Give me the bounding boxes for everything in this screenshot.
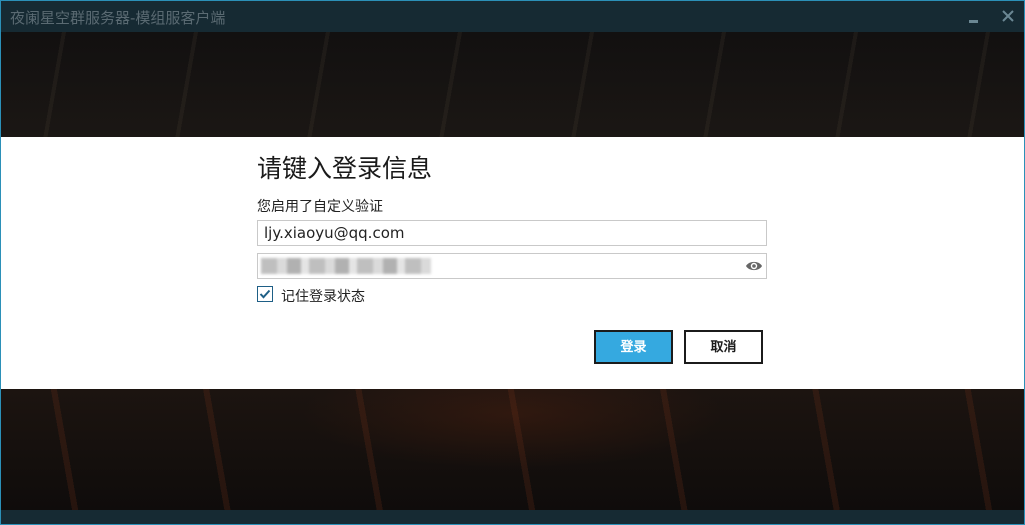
remember-label[interactable]: 记住登录状态 xyxy=(281,286,365,306)
background-image-bottom xyxy=(1,389,1024,510)
title-bar: 夜阑星空群服务器-模组服客户端 xyxy=(1,1,1024,32)
app-window: 夜阑星空群服务器-模组服客户端 请键入登录信息 您启用了自定义验证 ljy.xi… xyxy=(0,0,1025,525)
window-title: 夜阑星空群服务器-模组服客户端 xyxy=(10,9,226,27)
eye-icon[interactable] xyxy=(745,259,763,273)
minimize-button[interactable] xyxy=(963,5,985,27)
footer-bar xyxy=(1,510,1024,524)
close-button[interactable] xyxy=(997,5,1019,27)
close-icon xyxy=(1002,10,1014,22)
dialog-title: 请键入登录信息 xyxy=(257,154,433,183)
dialog-subtitle: 您启用了自定义验证 xyxy=(257,199,383,215)
background-image-top xyxy=(1,32,1024,137)
remember-checkbox[interactable] xyxy=(257,286,273,302)
login-dialog: 请键入登录信息 您启用了自定义验证 ljy.xiaoyu@qq.com 记住登录… xyxy=(1,137,1024,389)
password-masked-value xyxy=(261,258,431,274)
minimize-icon xyxy=(969,20,978,23)
login-button[interactable]: 登录 xyxy=(594,330,673,364)
email-field[interactable]: ljy.xiaoyu@qq.com xyxy=(257,220,767,246)
password-field[interactable] xyxy=(257,253,767,279)
email-value: ljy.xiaoyu@qq.com xyxy=(264,224,405,242)
cancel-button[interactable]: 取消 xyxy=(684,330,763,364)
checkmark-icon xyxy=(259,289,271,299)
